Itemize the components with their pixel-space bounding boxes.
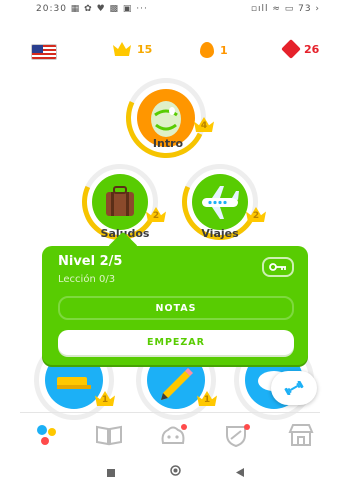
crown-icon — [113, 42, 131, 56]
skill-popup-card: Nivel 2/5 Lección 0/3 NOTAS EMPEZAR — [42, 246, 308, 365]
course-flag-button[interactable] — [31, 44, 57, 60]
skill-icon-circle — [192, 174, 248, 230]
popup-lesson-progress: Lección 0/3 — [58, 274, 116, 285]
gem-icon — [281, 39, 301, 59]
crowns-counter[interactable]: 15 — [113, 42, 152, 56]
practice-fab-button[interactable] — [271, 371, 317, 405]
skill-label: Viajes — [201, 227, 239, 240]
nav-shop[interactable] — [286, 422, 316, 448]
learn-icon — [37, 425, 56, 445]
recents-icon — [107, 469, 115, 477]
popup-level-title: Nivel 2/5 — [58, 254, 123, 269]
status-time: 20:30 ▦ ✿ ♥ ▩ ▣ ··· — [36, 4, 148, 14]
nav-divider — [20, 412, 320, 413]
status-indicators: ▫ıll ≈ ▭ 73 › — [250, 4, 320, 14]
test-out-key-button[interactable] — [262, 257, 294, 277]
system-nav-bar — [0, 456, 338, 480]
gems-counter[interactable]: 26 — [281, 39, 320, 59]
streak-counter[interactable]: 1 — [200, 42, 228, 58]
crowns-count: 15 — [137, 42, 153, 56]
notes-button[interactable]: NOTAS — [58, 296, 294, 320]
streak-count: 1 — [220, 43, 228, 57]
bottom-nav — [0, 418, 338, 452]
key-icon — [269, 263, 286, 271]
skill-icon-circle — [92, 174, 148, 230]
flame-icon — [200, 42, 214, 58]
skill-label: Intro — [152, 137, 184, 150]
us-flag-icon — [32, 45, 43, 53]
airplane-icon — [202, 186, 239, 219]
book-icon — [96, 425, 122, 446]
status-bar: 20:30 ▦ ✿ ♥ ▩ ▣ ··· ▫ıll ≈ ▭ 73 › — [0, 0, 338, 20]
back-icon — [236, 468, 244, 477]
app-screen: 20:30 ▦ ✿ ♥ ▩ ▣ ··· ▫ıll ≈ ▭ 73 › 15 1 2… — [0, 0, 338, 491]
nav-profile[interactable] — [158, 422, 188, 448]
home-icon — [170, 465, 181, 476]
shield-icon — [226, 424, 250, 447]
shop-icon — [288, 424, 314, 446]
dumbbell-icon — [284, 381, 304, 395]
suitcase-icon — [106, 186, 134, 216]
nav-learn[interactable] — [32, 422, 62, 448]
gems-count: 26 — [304, 42, 320, 56]
nav-leagues[interactable] — [222, 422, 252, 448]
home-button[interactable] — [170, 461, 181, 480]
stats-bar: 15 1 26 — [0, 36, 338, 64]
profile-icon — [161, 424, 187, 444]
recents-button[interactable] — [107, 462, 115, 481]
nav-stories[interactable] — [94, 422, 124, 448]
start-button[interactable]: EMPEZAR — [58, 330, 294, 355]
back-button[interactable] — [236, 462, 244, 481]
